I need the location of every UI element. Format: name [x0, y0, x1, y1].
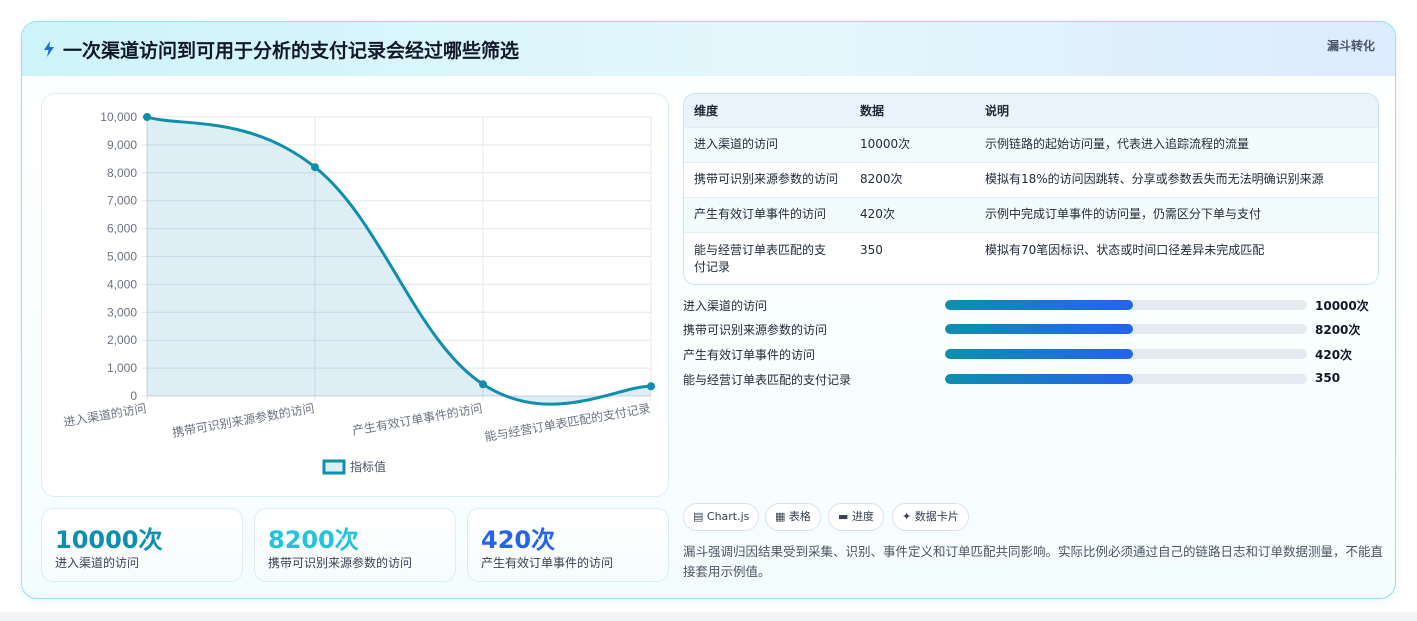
table-cell: 模拟有18%的访问因跳转、分享或参数丢失而无法明确识别来源 [975, 161, 1378, 197]
kpi-label: 进入渠道的访问 [55, 556, 140, 570]
kpi-card-visits: 10000次 进入渠道的访问 [41, 508, 243, 582]
progress-track [945, 324, 1307, 334]
tag-table[interactable]: ▦ 表格 [765, 503, 821, 531]
kpi-label: 产生有效订单事件的访问 [481, 556, 614, 570]
kpi-card-identified: 8200次 携带可识别来源参数的访问 [254, 508, 456, 582]
column-header: 维度 [694, 103, 719, 118]
progress-fill [945, 349, 1134, 359]
kpi-card-orders: 420次 产生有效订单事件的访问 [467, 508, 669, 582]
table-cell: 产生有效订单事件的访问 [684, 196, 850, 232]
y-tick-label: 4,000 [107, 277, 137, 291]
table-cell: 8200次 [850, 161, 975, 197]
lightning-icon [44, 41, 54, 57]
y-tick-label: 7,000 [107, 194, 137, 208]
data-point [311, 163, 319, 172]
table-cell: 350 [850, 231, 975, 284]
y-tick-label: 5,000 [107, 250, 137, 264]
table-cell: 10000次 [850, 126, 975, 162]
card-header: 一次渠道访问到可用于分析的支付记录会经过哪些筛选 漏斗转化 [22, 22, 1395, 76]
y-tick-label: 2,000 [107, 333, 137, 347]
progress-track [945, 349, 1307, 359]
data-point [479, 380, 487, 389]
x-tick-label: 能与经营订单表匹配的支付记录 [483, 400, 651, 444]
kpi-value: 8200次 [268, 526, 359, 554]
table-cell: 携带可识别来源参数的访问 [684, 161, 850, 197]
progress-label: 能与经营订单表匹配的支付记录 [683, 373, 852, 387]
series-area [147, 117, 651, 405]
progress-label: 产生有效订单事件的访问 [683, 348, 816, 362]
table-cell: 能与经营订单表匹配的支付记录 [684, 231, 850, 284]
progress-value: 420次 [1315, 348, 1353, 362]
card-badge: 漏斗转化 [1326, 39, 1375, 53]
progress-value: 10000次 [1315, 299, 1369, 313]
y-tick-label: 8,000 [107, 166, 137, 180]
progress-track [945, 374, 1307, 384]
tag-data-card[interactable]: ✦ 数据卡片 [892, 503, 969, 531]
table-row: 进入渠道的访问 10000次 示例链路的起始访问量，代表进入追踪流程的流量 [684, 126, 1378, 162]
table-row: 产生有效订单事件的访问 420次 示例中完成订单事件的访问量，仍需区分下单与支付 [684, 196, 1378, 232]
card-title: 一次渠道访问到可用于分析的支付记录会经过哪些筛选 [63, 40, 520, 62]
funnel-card: 一次渠道访问到可用于分析的支付记录会经过哪些筛选 漏斗转化 0 1,000 2,00… [21, 21, 1396, 599]
tag-progress[interactable]: ▬ 进度 [828, 503, 884, 531]
legend-swatch [322, 459, 346, 475]
chart-svg: 0 1,000 2,000 3,000 4,000 5,000 6,000 7,000 8,00… [62, 110, 655, 475]
progress-value: 8200次 [1315, 323, 1361, 337]
progress-row: 产生有效订单事件的访问 420次 [683, 345, 1379, 365]
y-tick-label: 6,000 [107, 222, 137, 236]
table-cell: 示例链路的起始访问量，代表进入追踪流程的流量 [975, 126, 1378, 162]
data-table: 维度 数据 说明 进入渠道的访问 10000次 示例链路的起始访问量，代表进入追… [683, 93, 1379, 285]
kpi-label: 携带可识别来源参数的访问 [268, 556, 413, 570]
tag-chartjs[interactable]: ▤ Chart.js [683, 503, 760, 531]
table-header-row: 维度 数据 说明 [684, 94, 1378, 127]
column-header: 说明 [985, 103, 1010, 118]
table-cell: 示例中完成订单事件的访问量，仍需区分下单与支付 [975, 196, 1378, 232]
progress-row: 能与经营订单表匹配的支付记录 350 [683, 370, 1379, 390]
y-tick-label: 1,000 [107, 361, 137, 375]
progress-fill [945, 374, 1134, 384]
kpi-value: 10000次 [55, 526, 163, 554]
data-point [647, 382, 655, 391]
y-tick-label: 9,000 [107, 138, 137, 152]
data-point [143, 113, 151, 121]
table-row: 携带可识别来源参数的访问 8200次 模拟有18%的访问因跳转、分享或参数丢失而… [684, 161, 1378, 197]
y-tick-label: 3,000 [107, 305, 137, 319]
table-cell: 模拟有70笔因标识、状态或时间口径差异未完成匹配 [975, 231, 1378, 284]
progress-list: 进入渠道的访问 10000次 携带可识别来源参数的访问 8200次 产生有效订单… [683, 296, 1379, 396]
kpi-value: 420次 [481, 526, 556, 554]
x-tick-label: 进入渠道的访问 [62, 400, 147, 429]
progress-label: 携带可识别来源参数的访问 [683, 323, 828, 337]
x-tick-label: 携带可识别来源参数的访问 [171, 400, 315, 440]
x-tick-label: 产生有效订单事件的访问 [351, 400, 484, 438]
legend-label: 指标值 [350, 459, 386, 474]
table-cell: 420次 [850, 196, 975, 232]
progress-row: 进入渠道的访问 10000次 [683, 296, 1379, 316]
progress-row: 携带可识别来源参数的访问 8200次 [683, 320, 1379, 340]
footnote: 漏斗强调归因结果受到采集、识别、事件定义和订单匹配共同影响。实际比例必须通过自己… [683, 544, 1384, 579]
progress-fill [945, 324, 1134, 334]
y-tick-label: 0 [130, 389, 137, 403]
page-background-strip [0, 612, 1417, 621]
progress-label: 进入渠道的访问 [683, 299, 768, 313]
column-header: 数据 [860, 103, 885, 118]
table-row: 能与经营订单表匹配的支付记录 350 模拟有70笔因标识、状态或时间口径差异未完… [684, 231, 1378, 284]
line-chart: 0 1,000 2,000 3,000 4,000 5,000 6,000 7,000 8,00… [41, 93, 669, 497]
y-tick-label: 10,000 [100, 110, 137, 124]
progress-value: 350 [1315, 371, 1341, 385]
table-cell: 进入渠道的访问 [684, 126, 850, 162]
progress-track [945, 300, 1307, 310]
progress-fill [945, 300, 1134, 310]
